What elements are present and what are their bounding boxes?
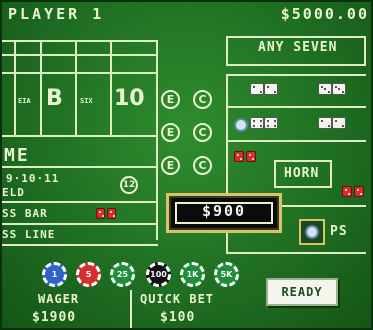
ready-button[interactable]: READY (266, 278, 338, 306)
chip-5k[interactable]: 5K (214, 262, 239, 287)
prop-line-1 (226, 74, 366, 76)
chip-1k[interactable]: 1K (180, 262, 205, 287)
c-bet-1[interactable]: C (193, 90, 212, 109)
chip-1k-label: 1K (186, 270, 199, 279)
yo-die-2 (354, 186, 364, 197)
place-label-eight: EIA (18, 97, 31, 105)
yo-die-1 (342, 186, 352, 197)
chip-25-label: 25 (116, 270, 129, 279)
grid-line-4 (0, 135, 158, 137)
grid-vline-4 (110, 40, 112, 136)
prop-line-3 (226, 140, 366, 142)
chip-5[interactable]: 5 (76, 262, 101, 287)
craps-table: PLAYER 1 $5000.00 EIA B SIX 10 ME 9·10·1… (0, 0, 373, 330)
craps-chip-icon (305, 225, 319, 239)
prop-line-2 (226, 106, 366, 108)
c-bet-3[interactable]: C (193, 156, 212, 175)
chip-5k-label: 5K (220, 270, 233, 279)
prop-line-5 (228, 252, 366, 254)
dont-pass-label[interactable]: SS BAR (2, 207, 48, 220)
die-hard-a2 (264, 83, 278, 95)
craps-bet-box[interactable] (299, 219, 325, 245)
red-die-2 (107, 208, 116, 219)
grid-line-3 (0, 72, 158, 74)
grid-vline-1 (14, 40, 16, 136)
place-ten-label[interactable]: 10 (114, 86, 145, 111)
field-label[interactable]: ELD (2, 186, 25, 199)
bankroll-amount: $5000.00 (280, 5, 369, 23)
e-bet-1[interactable]: E (161, 90, 180, 109)
quick-bet-label: QUICK BET (140, 292, 215, 306)
die-hard-b2 (332, 83, 346, 95)
come-label[interactable]: ME (4, 145, 30, 166)
grid-line-top (0, 40, 158, 42)
bet-display: $900 (166, 193, 282, 233)
player-label: PLAYER 1 (8, 5, 105, 23)
e-bet-3[interactable]: E (161, 156, 180, 175)
pass-line-label[interactable]: SS LINE (2, 228, 55, 241)
chip-1-label: 1 (51, 270, 58, 279)
big-bet-label[interactable]: B (46, 86, 63, 111)
craps-die-2 (246, 151, 256, 162)
c-bet-2[interactable]: C (193, 123, 212, 142)
chip-100[interactable]: 100 (146, 262, 171, 287)
quick-bet-value: $100 (160, 310, 196, 325)
any-seven-label: ANY SEVEN (258, 40, 338, 55)
die-hard-b1 (318, 83, 332, 95)
craps-label: PS (330, 224, 348, 239)
field-numbers: 9·10·11 (6, 172, 60, 185)
grid-vline-2 (40, 40, 42, 136)
place-label-six: SIX (80, 97, 93, 105)
die-hard-c2 (264, 117, 278, 129)
e-bet-2[interactable]: E (161, 123, 180, 142)
field-twelve-badge: 12 (120, 176, 138, 194)
come-line (0, 166, 158, 168)
chip-5-label: 5 (85, 270, 92, 279)
pass-line-bottom (0, 244, 158, 246)
red-die-1 (96, 208, 105, 219)
grid-line-2 (0, 54, 158, 56)
craps-die-1 (234, 151, 244, 162)
bet-display-value: $900 (201, 202, 247, 220)
wager-label: WAGER (38, 292, 80, 306)
die-hard-d1 (318, 117, 332, 129)
bar-line (0, 223, 158, 225)
footer-divider (130, 290, 132, 328)
grid-vline-right (156, 40, 158, 240)
chip-25[interactable]: 25 (110, 262, 135, 287)
horn-label: HORN (284, 166, 320, 181)
wager-value: $1900 (32, 310, 77, 325)
chip-1[interactable]: 1 (42, 262, 67, 287)
die-hard-d2 (332, 117, 346, 129)
die-hard-c1 (250, 117, 264, 129)
bet-chip-marker[interactable] (234, 118, 248, 132)
die-hard-a1 (250, 83, 264, 95)
grid-vline-3 (75, 40, 77, 136)
chip-100-label: 100 (150, 270, 167, 279)
field-line (0, 201, 158, 203)
